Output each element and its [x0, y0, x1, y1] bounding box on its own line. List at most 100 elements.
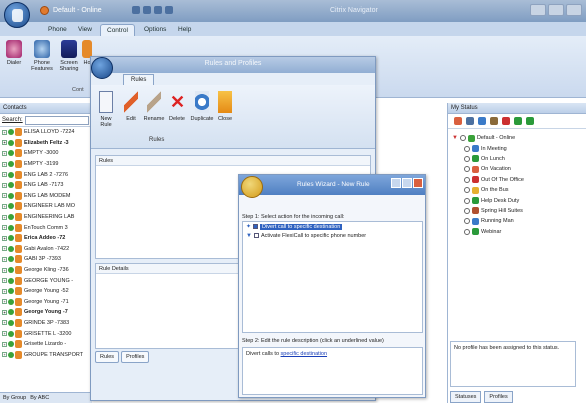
contact-row[interactable]: + George Kling -736 — [0, 265, 91, 276]
status-item[interactable]: Running Man — [448, 216, 586, 226]
close-dialog-button[interactable]: Close — [217, 91, 233, 122]
status-item[interactable]: Webinar — [448, 227, 586, 237]
minimize-button[interactable] — [530, 4, 546, 16]
duplicate-button[interactable]: Duplicate — [189, 91, 215, 122]
expand-icon[interactable]: + — [2, 341, 7, 347]
maximize-button[interactable] — [548, 4, 564, 16]
contact-row[interactable]: + ENG LAB -7173 — [0, 180, 91, 191]
tab-options[interactable]: Options — [138, 24, 172, 36]
tab-by-group[interactable]: By Group — [3, 395, 26, 401]
status-radio[interactable] — [464, 176, 470, 183]
move-up-icon[interactable] — [526, 117, 534, 125]
expand-icon[interactable]: + — [2, 172, 7, 178]
status-radio[interactable] — [464, 155, 470, 162]
tab-phone[interactable]: Phone — [42, 24, 73, 36]
wizard-maximize-button[interactable] — [402, 178, 412, 188]
status-item[interactable]: On Vacation — [448, 164, 586, 174]
expand-icon[interactable]: + — [2, 150, 7, 156]
contact-row[interactable]: + George Young -7 — [0, 307, 91, 318]
screen-sharing-button[interactable]: Screen Sharing — [58, 40, 80, 72]
status-radio[interactable] — [464, 218, 470, 225]
status-radio[interactable] — [464, 207, 470, 214]
status-radio[interactable] — [464, 166, 470, 173]
dropdown-icon[interactable] — [165, 6, 173, 14]
contact-row[interactable]: + ENGINEER LAB MO — [0, 201, 91, 212]
expand-icon[interactable]: + — [2, 309, 7, 315]
expand-icon[interactable]: + — [2, 267, 7, 273]
expand-icon[interactable]: + — [2, 140, 7, 146]
contact-row[interactable]: + EMPTY -3000 — [0, 148, 91, 159]
contact-row[interactable]: + Grisette Lizardo - — [0, 339, 91, 350]
expand-icon[interactable]: + — [2, 278, 7, 284]
edit-button[interactable]: Edit — [123, 91, 139, 122]
option-divert-call[interactable]: ✦ Divert call to specific destination — [243, 222, 422, 231]
expand-icon[interactable]: + — [2, 288, 7, 294]
wizard-close-button[interactable] — [413, 178, 423, 188]
tab-control[interactable]: Control — [100, 24, 135, 36]
wizard-minimize-button[interactable] — [391, 178, 401, 188]
close-button[interactable] — [566, 4, 582, 16]
rename-button[interactable]: Rename — [143, 91, 165, 122]
quick-access-profile[interactable]: Default - Online — [40, 6, 102, 15]
contact-row[interactable]: + ENG LAB MODEM — [0, 191, 91, 202]
expand-icon[interactable]: + — [2, 352, 7, 358]
move-down-icon[interactable] — [514, 117, 522, 125]
delete-icon[interactable] — [502, 117, 510, 125]
dial-icon[interactable] — [132, 6, 140, 14]
status-item[interactable]: Help Desk Duty — [448, 195, 586, 205]
contact-row[interactable]: + EMPTY -3199 — [0, 159, 91, 170]
expand-icon[interactable]: + — [2, 299, 7, 305]
expand-icon[interactable]: + — [2, 203, 7, 209]
tab-view[interactable]: View — [72, 24, 98, 36]
expand-icon[interactable]: + — [2, 331, 7, 337]
contact-row[interactable]: + George Young -52 — [0, 286, 91, 297]
dialer-button[interactable]: Dialer — [4, 40, 24, 66]
contact-row[interactable]: + GABI 3P -7393 — [0, 254, 91, 265]
save-icon[interactable] — [478, 117, 486, 125]
contact-row[interactable]: + GRINDE 3P -7383 — [0, 318, 91, 329]
collapse-icon[interactable]: ▼ — [452, 135, 458, 141]
expand-icon[interactable]: + — [2, 256, 7, 262]
contact-row[interactable]: + George Young -71 — [0, 297, 91, 308]
contact-row[interactable]: + Erica Addeo -72 — [0, 233, 91, 244]
edit-icon[interactable] — [490, 117, 498, 125]
status-radio[interactable] — [459, 135, 466, 142]
contact-row[interactable]: + GEORGE YOUNG - — [0, 275, 91, 286]
app-menu-orb[interactable] — [4, 2, 30, 28]
status-radio[interactable] — [464, 197, 470, 204]
phone-icon[interactable] — [143, 6, 151, 14]
settings-icon[interactable] — [154, 6, 162, 14]
tab-help[interactable]: Help — [172, 24, 197, 36]
list-icon[interactable] — [466, 117, 474, 125]
expand-icon[interactable]: + — [2, 193, 7, 199]
status-radio[interactable] — [464, 187, 470, 194]
contact-row[interactable]: + ELISA LLOYD -7224 — [0, 127, 91, 138]
contact-row[interactable]: + ENG LAB 2 -7276 — [0, 169, 91, 180]
expand-icon[interactable]: + — [2, 246, 7, 252]
status-item[interactable]: Spring Hill Suites — [448, 206, 586, 216]
contact-row[interactable]: + Gabi Avalon -7422 — [0, 244, 91, 255]
contact-row[interactable]: + ENGINEERING LAB — [0, 212, 91, 223]
expand-icon[interactable]: + — [2, 235, 7, 241]
tab-profiles[interactable]: Profiles — [484, 391, 513, 403]
contact-row[interactable]: + Elizabeth Feltz -3 — [0, 138, 91, 149]
expand-icon[interactable]: + — [2, 129, 7, 135]
option-activate-flexicall[interactable]: ▼ Activate FlexiCall to specific phone n… — [243, 231, 422, 240]
search-input[interactable] — [24, 115, 89, 125]
tab-profiles-dialog[interactable]: Profiles — [121, 351, 150, 363]
specific-destination-link[interactable]: specific destination — [281, 351, 327, 357]
status-item[interactable]: In Meeting — [448, 143, 586, 153]
phone-features-button[interactable]: Phone Features — [30, 40, 54, 72]
status-item[interactable]: On the Bus — [448, 185, 586, 195]
expand-icon[interactable]: + — [2, 225, 7, 231]
divert-checkbox[interactable] — [253, 224, 259, 229]
flexicall-checkbox[interactable] — [253, 233, 259, 238]
tab-rules-ribbon[interactable]: Rules — [123, 74, 155, 85]
status-item[interactable]: On Lunch — [448, 154, 586, 164]
tab-statuses[interactable]: Statuses — [450, 391, 482, 403]
status-item[interactable]: Out Of The Office — [448, 175, 586, 185]
expand-icon[interactable]: + — [2, 161, 7, 167]
expand-icon[interactable]: + — [2, 320, 7, 326]
status-root-row[interactable]: ▼ Default - Online — [448, 133, 586, 143]
contact-row[interactable]: + GRISETTE L -3200 — [0, 328, 91, 339]
